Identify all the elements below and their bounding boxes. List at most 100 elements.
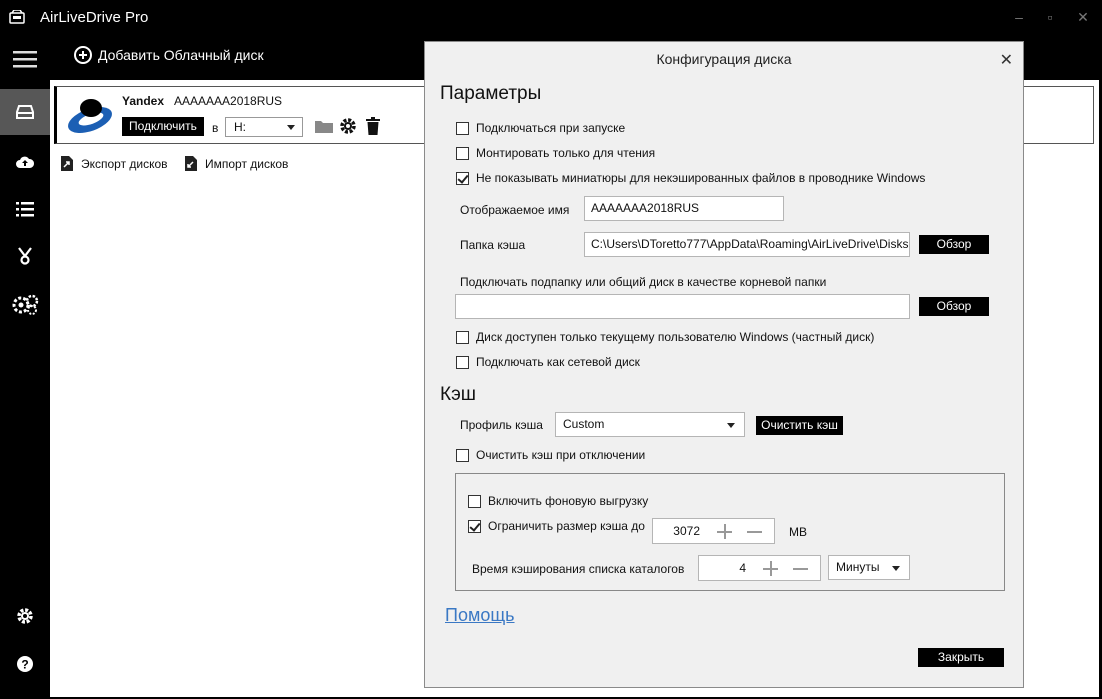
display-name-label: Отображаемое имя [460, 203, 570, 217]
no-thumbnails-checkbox[interactable]: Не показывать миниатюры для некэшированн… [456, 171, 925, 185]
yandex-disk-logo-icon [68, 99, 112, 133]
maximize-button[interactable]: ▫ [1041, 8, 1059, 26]
cache-profile-select[interactable]: Custom [555, 412, 745, 437]
dir-cache-time-unit-value: Минуты [836, 560, 880, 574]
help-link[interactable]: Помощь [445, 605, 515, 626]
checkbox-label: Монтировать только для чтения [476, 146, 656, 160]
trash-icon[interactable] [366, 117, 380, 135]
checkbox-label: Включить фоновую выгрузку [488, 494, 649, 508]
dialog-title: Конфигурация диска [656, 51, 792, 67]
checkbox-label: Подключаться при запуске [476, 121, 626, 135]
checkbox-label: Ограничить размер кэша до [488, 519, 645, 533]
checkbox-label: Подключать как сетевой диск [476, 355, 640, 369]
import-disks-button[interactable]: Импорт дисков [185, 156, 288, 171]
in-label: в [212, 121, 219, 135]
sidebar-item-list[interactable] [0, 186, 50, 232]
menu-button[interactable] [0, 36, 50, 82]
increment-icon[interactable] [763, 561, 778, 576]
cloud-upload-icon [16, 156, 35, 168]
checkbox-box[interactable] [468, 494, 481, 508]
private-disk-checkbox[interactable]: Диск доступен только текущему пользовате… [456, 330, 874, 344]
disk-settings-gear-icon[interactable] [339, 117, 357, 135]
export-disks-label: Экспорт дисков [81, 156, 168, 171]
cache-profile-value: Custom [563, 417, 605, 431]
tools-icon [18, 247, 32, 265]
gears-icon [12, 294, 39, 315]
subfolder-label: Подключать подпапку или общий диск в кач… [460, 275, 827, 289]
checkbox-box[interactable] [456, 330, 469, 344]
cache-options-group: Включить фоновую выгрузку Ограничить раз… [455, 473, 1005, 591]
cache-heading: Кэш [440, 384, 477, 405]
disk-provider: Yandex [122, 94, 165, 108]
sidebar-item-help[interactable]: ? [0, 641, 50, 687]
dir-cache-time-stepper[interactable]: 4 [698, 555, 821, 581]
dir-cache-time-unit-select[interactable]: Минуты [828, 555, 910, 580]
import-disks-label: Импорт дисков [205, 156, 289, 171]
checkbox-label: Диск доступен только текущему пользовате… [476, 330, 875, 344]
checkbox-box[interactable] [456, 171, 469, 185]
background-upload-checkbox[interactable]: Включить фоновую выгрузку [468, 494, 648, 508]
sidebar-item-disks[interactable] [0, 89, 50, 135]
chevron-down-icon [892, 566, 900, 571]
cache-folder-label: Папка кэша [460, 238, 526, 252]
network-drive-checkbox[interactable]: Подключать как сетевой диск [456, 355, 640, 369]
hamburger-icon [13, 51, 37, 68]
close-dialog-button[interactable]: Закрыть [918, 648, 1004, 667]
gear-icon [17, 608, 33, 624]
increment-icon[interactable] [717, 524, 732, 539]
export-disks-button[interactable]: Экспорт дисков [61, 156, 168, 171]
checkbox-box[interactable] [456, 448, 469, 462]
close-window-button[interactable]: ✕ [1074, 8, 1092, 26]
limit-cache-size-checkbox[interactable]: Ограничить размер кэша до [468, 519, 645, 533]
sidebar-item-upload[interactable] [0, 139, 50, 185]
browse-cache-folder-button[interactable]: Обзор [919, 235, 989, 254]
cache-folder-input[interactable]: C:\Users\DToretto777\AppData\Roaming\Air… [584, 232, 910, 257]
drive-letter-value: H: [234, 120, 246, 134]
dir-cache-time-value: 4 [739, 561, 746, 575]
plus-circle-icon [74, 46, 92, 64]
title-bar: AirLiveDrive Pro – ▫ ✕ [0, 0, 1102, 36]
checkbox-label: Не показывать миниатюры для некэшированн… [476, 171, 926, 185]
subfolder-input[interactable] [455, 294, 910, 319]
decrement-icon[interactable] [747, 531, 762, 533]
sidebar-item-services[interactable] [0, 282, 50, 328]
chevron-down-icon [287, 125, 295, 130]
minimize-button[interactable]: – [1010, 8, 1028, 26]
checkbox-box[interactable] [456, 355, 469, 369]
sidebar-item-tools[interactable] [0, 233, 50, 279]
mount-readonly-checkbox[interactable]: Монтировать только для чтения [456, 146, 655, 160]
checkbox-box[interactable] [468, 519, 481, 533]
cache-size-stepper[interactable]: 3072 [652, 518, 775, 544]
app-logo-icon [9, 10, 25, 24]
cache-size-value: 3072 [673, 524, 700, 538]
parameters-heading: Параметры [440, 83, 542, 104]
export-file-icon [61, 156, 73, 171]
help-icon: ? [17, 656, 33, 672]
disk-config-dialog: Конфигурация диска ✕ Параметры Подключат… [424, 41, 1024, 688]
app-title: AirLiveDrive Pro [40, 9, 149, 26]
sidebar: ? [0, 36, 50, 699]
list-icon [16, 202, 34, 217]
drive-icon [16, 105, 34, 119]
clear-cache-button[interactable]: Очистить кэш [756, 416, 843, 435]
checkbox-box[interactable] [456, 121, 469, 135]
drive-letter-select[interactable]: H: [225, 117, 303, 137]
browse-subfolder-button[interactable]: Обзор [919, 297, 989, 316]
svg-text:?: ? [21, 658, 28, 672]
sidebar-item-settings[interactable] [0, 593, 50, 639]
add-cloud-disk-button[interactable]: Добавить Облачный диск [74, 46, 264, 64]
folder-icon[interactable] [315, 119, 333, 133]
dialog-close-button[interactable]: ✕ [1000, 50, 1013, 70]
connect-button[interactable]: Подключить [122, 117, 204, 136]
import-file-icon [185, 156, 197, 171]
checkbox-label: Очистить кэш при отключении [476, 448, 646, 462]
add-cloud-disk-label: Добавить Облачный диск [98, 47, 264, 63]
decrement-icon[interactable] [793, 568, 808, 570]
chevron-down-icon [727, 423, 735, 428]
clear-on-disconnect-checkbox[interactable]: Очистить кэш при отключении [456, 448, 645, 462]
display-name-input[interactable]: AAAAAAA2018RUS [584, 196, 784, 221]
checkbox-box[interactable] [456, 146, 469, 160]
connect-on-start-checkbox[interactable]: Подключаться при запуске [456, 121, 625, 135]
cache-profile-label: Профиль кэша [460, 418, 543, 432]
disk-name: AAAAAAA2018RUS [174, 94, 283, 108]
